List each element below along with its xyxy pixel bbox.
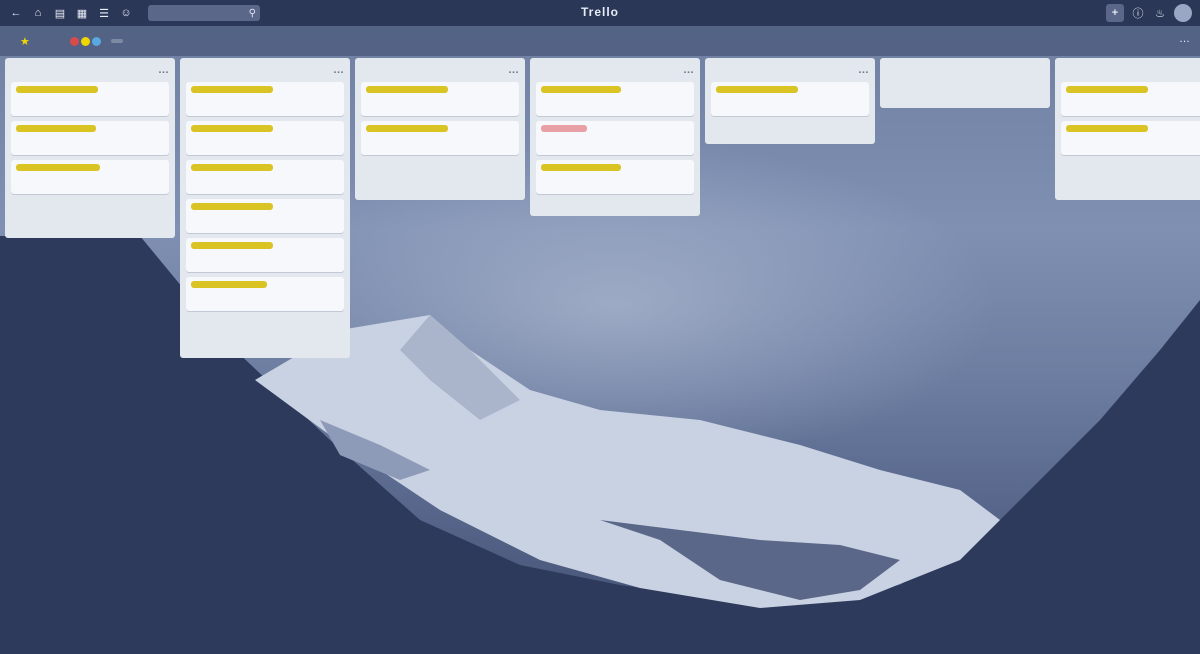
card-label-yellow bbox=[191, 125, 273, 132]
card-title bbox=[191, 255, 339, 268]
card-label-red bbox=[541, 125, 587, 132]
card-title bbox=[716, 99, 864, 112]
card-label-yellow bbox=[191, 242, 273, 249]
card-label-yellow bbox=[16, 164, 100, 171]
card[interactable] bbox=[1061, 82, 1200, 116]
list-column: … bbox=[5, 58, 175, 238]
card[interactable] bbox=[186, 238, 344, 272]
list-header[interactable]: … bbox=[536, 64, 694, 76]
card-title bbox=[16, 177, 164, 190]
list-menu-icon[interactable]: … bbox=[333, 64, 344, 76]
card-title bbox=[16, 99, 164, 112]
list-header[interactable]: … bbox=[11, 64, 169, 76]
card[interactable] bbox=[186, 199, 344, 233]
card-label-yellow bbox=[716, 86, 798, 93]
member-avatar[interactable] bbox=[91, 36, 101, 46]
card-label-yellow bbox=[366, 125, 448, 132]
card-label-yellow bbox=[191, 203, 273, 210]
board-header: ★ … bbox=[0, 26, 1200, 56]
search-icon: ⚲ bbox=[248, 7, 256, 19]
card[interactable] bbox=[711, 82, 869, 116]
card[interactable] bbox=[186, 160, 344, 194]
info-icon[interactable]: ⓘ bbox=[1130, 5, 1146, 21]
card-title bbox=[191, 138, 339, 151]
card-label-yellow bbox=[191, 281, 267, 288]
card[interactable] bbox=[186, 82, 344, 116]
card[interactable] bbox=[536, 121, 694, 155]
list-icon[interactable]: ☰ bbox=[96, 5, 112, 21]
add-list-column[interactable] bbox=[880, 58, 1050, 108]
card[interactable] bbox=[536, 160, 694, 194]
card-label-yellow bbox=[1066, 86, 1148, 93]
list-menu-icon[interactable]: … bbox=[158, 64, 169, 76]
card[interactable] bbox=[11, 121, 169, 155]
card-label-yellow bbox=[541, 86, 621, 93]
list-header[interactable]: … bbox=[1061, 64, 1200, 76]
card-title bbox=[191, 216, 339, 229]
members-icon[interactable]: ☺ bbox=[118, 5, 134, 21]
show-menu-button[interactable]: … bbox=[1179, 33, 1190, 45]
card[interactable] bbox=[11, 82, 169, 116]
card-label-yellow bbox=[16, 86, 98, 93]
card[interactable] bbox=[361, 121, 519, 155]
more-icon: … bbox=[1179, 33, 1190, 45]
card-title bbox=[366, 138, 514, 151]
board-members[interactable] bbox=[69, 36, 101, 46]
card-label-yellow bbox=[366, 86, 448, 93]
card-title bbox=[191, 294, 339, 307]
top-left-controls: ← ⌂ ▤ ▦ ☰ ☺ ⚲ bbox=[0, 5, 260, 21]
home-icon[interactable]: ⌂ bbox=[30, 5, 46, 21]
card-label-yellow bbox=[1066, 125, 1148, 132]
card-label-yellow bbox=[541, 164, 621, 171]
member-avatar[interactable] bbox=[69, 36, 79, 46]
grid-icon[interactable]: ▦ bbox=[74, 5, 90, 21]
list-menu-icon[interactable]: … bbox=[858, 64, 869, 76]
card-title bbox=[191, 99, 339, 112]
list-column: … bbox=[1055, 58, 1200, 200]
boards-icon[interactable]: ▤ bbox=[52, 5, 68, 21]
user-avatar[interactable] bbox=[1174, 4, 1192, 22]
card-title bbox=[191, 177, 339, 190]
create-button[interactable]: + bbox=[1106, 4, 1124, 22]
list-header[interactable]: … bbox=[186, 64, 344, 76]
board-lists: … … … … … bbox=[5, 58, 1200, 358]
card-title bbox=[541, 99, 689, 112]
card[interactable] bbox=[536, 82, 694, 116]
search-input[interactable]: ⚲ bbox=[148, 5, 260, 21]
star-icon[interactable]: ★ bbox=[20, 35, 30, 48]
card[interactable] bbox=[186, 277, 344, 311]
top-right-controls: + ⓘ ♨ bbox=[1106, 4, 1192, 22]
card[interactable] bbox=[1061, 121, 1200, 155]
brand-logo[interactable]: Trello bbox=[560, 5, 640, 19]
back-icon[interactable]: ← bbox=[8, 5, 24, 21]
card[interactable] bbox=[11, 160, 169, 194]
card-title bbox=[541, 177, 689, 190]
card-title bbox=[1066, 138, 1200, 151]
invite-button[interactable] bbox=[110, 39, 123, 43]
list-column: … bbox=[355, 58, 525, 200]
bell-icon[interactable]: ♨ bbox=[1152, 5, 1168, 21]
list-menu-icon[interactable]: … bbox=[683, 64, 694, 76]
member-avatar[interactable] bbox=[80, 36, 90, 46]
card-title bbox=[1066, 99, 1200, 112]
card[interactable] bbox=[361, 82, 519, 116]
list-column: … bbox=[530, 58, 700, 216]
card-label-yellow bbox=[191, 86, 273, 93]
card[interactable] bbox=[186, 121, 344, 155]
top-navigation-bar: ← ⌂ ▤ ▦ ☰ ☺ ⚲ Trello + ⓘ ♨ bbox=[0, 0, 1200, 26]
list-header[interactable]: … bbox=[711, 64, 869, 76]
card-title bbox=[366, 99, 514, 112]
card-label-yellow bbox=[191, 164, 273, 171]
list-column: … bbox=[180, 58, 350, 358]
card-label-yellow bbox=[16, 125, 96, 132]
list-column: … bbox=[705, 58, 875, 144]
list-menu-icon[interactable]: … bbox=[508, 64, 519, 76]
card-title bbox=[541, 138, 689, 151]
card-title bbox=[16, 138, 164, 151]
list-header[interactable]: … bbox=[361, 64, 519, 76]
